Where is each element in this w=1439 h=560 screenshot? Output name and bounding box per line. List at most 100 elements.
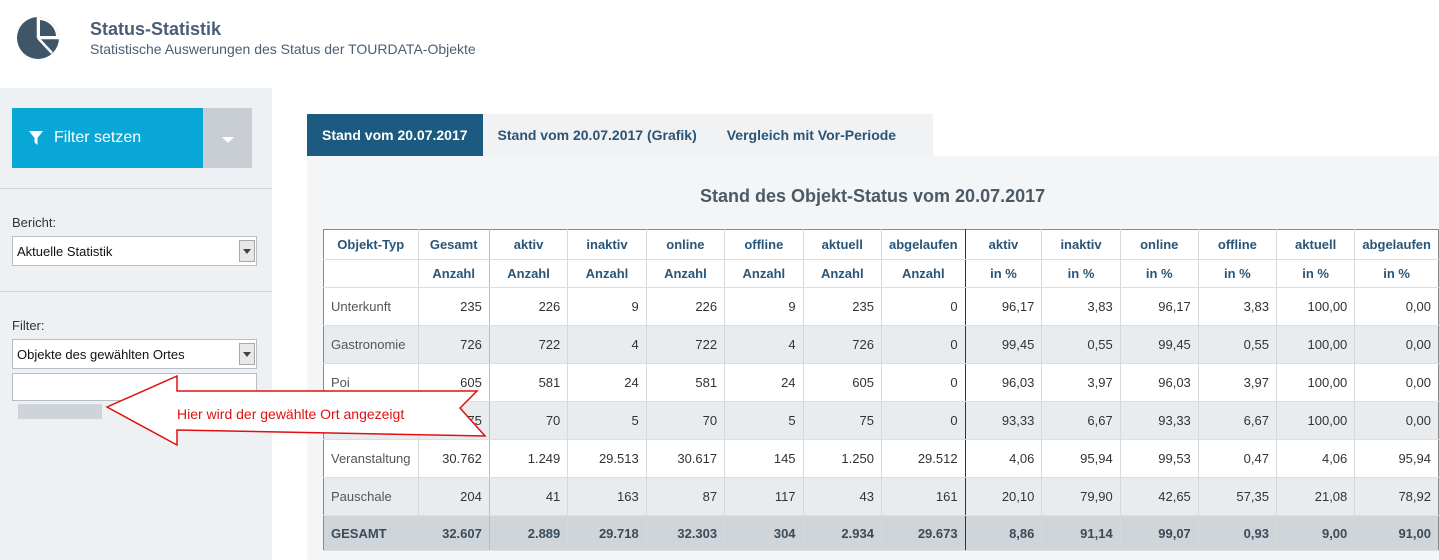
table-cell: 95,94 bbox=[1041, 439, 1121, 478]
table-cell: 75 bbox=[802, 401, 882, 440]
total-cell: 32.303 bbox=[645, 515, 725, 551]
total-cell: 91,00 bbox=[1354, 515, 1439, 551]
status-table: Objekt-Typ Gesamt aktiv inaktiv online offlin… bbox=[323, 229, 1439, 551]
column-header: aktuell bbox=[802, 229, 882, 260]
table-cell: 204 bbox=[417, 477, 490, 516]
total-cell: 99,07 bbox=[1119, 515, 1199, 551]
table-cell: 29.512 bbox=[880, 439, 966, 478]
table-cell: 95,94 bbox=[1354, 439, 1439, 478]
table-cell: 24 bbox=[567, 363, 647, 402]
table-cell: 93,33 bbox=[964, 401, 1042, 440]
table-cell: 20,10 bbox=[964, 477, 1042, 516]
table-cell: 145 bbox=[724, 439, 804, 478]
total-cell: 0,93 bbox=[1197, 515, 1277, 551]
table-cell: 99,45 bbox=[1119, 325, 1199, 364]
table-cell: 96,03 bbox=[964, 363, 1042, 402]
table-cell: 0,00 bbox=[1354, 287, 1439, 326]
column-unit: in % bbox=[964, 259, 1042, 288]
table-cell: 70 bbox=[488, 401, 568, 440]
page-header: Status-Statistik Statistische Auswerunge… bbox=[0, 0, 1439, 88]
sidebar: Filter setzen Bericht: Aktuelle Statisti… bbox=[0, 88, 272, 560]
column-unit: in % bbox=[1275, 259, 1355, 288]
table-cell: 722 bbox=[645, 325, 725, 364]
table-cell: 235 bbox=[417, 287, 490, 326]
column-header: aktiv bbox=[964, 229, 1042, 260]
tab-stand[interactable]: Stand vom 20.07.2017 bbox=[307, 114, 483, 156]
column-unit: Anzahl bbox=[645, 259, 725, 288]
table-cell: 70 bbox=[645, 401, 725, 440]
filter-dropdown-button[interactable] bbox=[203, 108, 252, 168]
table-cell: 79,90 bbox=[1041, 477, 1121, 516]
table-cell: 1.249 bbox=[488, 439, 568, 478]
filter-select[interactable]: Objekte des gewählten Ortes bbox=[12, 339, 257, 369]
page-title: Status-Statistik bbox=[90, 19, 222, 39]
selected-place-display bbox=[18, 404, 102, 419]
filter-label: Filter: bbox=[12, 318, 45, 333]
table-cell: 0,00 bbox=[1354, 401, 1439, 440]
table-cell: 87 bbox=[645, 477, 725, 516]
table-row: Poi 605 581 24 581 24 605 0 96,03 3,97 96,03 3,97 10… bbox=[323, 363, 1439, 402]
table-cell: 581 bbox=[488, 363, 568, 402]
table-cell: 9 bbox=[724, 287, 804, 326]
table-cell: 29.513 bbox=[567, 439, 647, 478]
table-cell: 722 bbox=[488, 325, 568, 364]
tab-vergleich[interactable]: Vergleich mit Vor-Periode bbox=[712, 114, 911, 156]
filter-set-button[interactable]: Filter setzen bbox=[12, 108, 203, 168]
column-unit: Anzahl bbox=[724, 259, 804, 288]
table-cell: 5 bbox=[724, 401, 804, 440]
table-header-row: Objekt-Typ Gesamt aktiv inaktiv online offlin… bbox=[323, 229, 1439, 260]
total-cell: 2.889 bbox=[488, 515, 568, 551]
column-header: aktiv bbox=[488, 229, 568, 260]
column-header: Objekt-Typ bbox=[323, 229, 419, 260]
column-unit: in % bbox=[1197, 259, 1277, 288]
table-cell: 0 bbox=[880, 287, 966, 326]
column-header: offline bbox=[724, 229, 804, 260]
row-label: Gastronomie bbox=[323, 325, 419, 364]
table-cell: 235 bbox=[802, 287, 882, 326]
table-cell: 100,00 bbox=[1275, 325, 1355, 364]
table-row: Pauschale 204 41 163 87 117 43 161 20,10 79,90 42,… bbox=[323, 477, 1439, 516]
report-select[interactable]: Aktuelle Statistik bbox=[12, 236, 257, 266]
column-unit: Anzahl bbox=[880, 259, 966, 288]
annotation-text: Hier wird der gewählte Ort angezeigt bbox=[177, 406, 405, 422]
column-unit: in % bbox=[1354, 259, 1439, 288]
table-cell: 226 bbox=[645, 287, 725, 326]
column-header: online bbox=[645, 229, 725, 260]
column-unit: Anzahl bbox=[802, 259, 882, 288]
table-cell: 3,83 bbox=[1197, 287, 1277, 326]
table-cell: 3,97 bbox=[1197, 363, 1277, 402]
select-arrow-icon bbox=[239, 343, 255, 365]
divider bbox=[0, 291, 272, 292]
total-cell: 91,14 bbox=[1041, 515, 1121, 551]
column-header: Gesamt bbox=[417, 229, 490, 260]
table-cell: 24 bbox=[724, 363, 804, 402]
total-cell: 9,00 bbox=[1275, 515, 1355, 551]
table-row: Gastronomie 726 722 4 722 4 726 0 99,45 0,55 99,45… bbox=[323, 325, 1439, 364]
table-cell: 226 bbox=[488, 287, 568, 326]
table-cell: 99,53 bbox=[1119, 439, 1199, 478]
table-cell: 100,00 bbox=[1275, 287, 1355, 326]
tab-stand-grafik[interactable]: Stand vom 20.07.2017 (Grafik) bbox=[483, 114, 712, 156]
table-cell: 100,00 bbox=[1275, 401, 1355, 440]
table-cell: 4,06 bbox=[964, 439, 1042, 478]
column-header: abgelaufen bbox=[880, 229, 966, 260]
total-cell: 2.934 bbox=[802, 515, 882, 551]
table-cell: 5 bbox=[567, 401, 647, 440]
table-cell: 605 bbox=[802, 363, 882, 402]
table-cell: 9 bbox=[567, 287, 647, 326]
page-subtitle: Statistische Auswerungen des Status der … bbox=[90, 41, 476, 57]
funnel-icon bbox=[29, 131, 43, 145]
table-total-row: GESAMT 32.607 2.889 29.718 32.303 304 2.934 29.… bbox=[323, 515, 1439, 551]
total-cell: 32.607 bbox=[417, 515, 490, 551]
table-row: Unterkunft 235 226 9 226 9 235 0 96,17 3,83 96,17 3… bbox=[323, 287, 1439, 326]
select-arrow-icon bbox=[239, 240, 255, 262]
table-cell: 4 bbox=[567, 325, 647, 364]
table-cell: 78,92 bbox=[1354, 477, 1439, 516]
table-cell: 6,67 bbox=[1197, 401, 1277, 440]
column-unit: Anzahl bbox=[417, 259, 490, 288]
table-cell: 726 bbox=[417, 325, 490, 364]
filter-button-label: Filter setzen bbox=[54, 129, 142, 146]
divider bbox=[0, 188, 272, 189]
total-cell: 29.673 bbox=[880, 515, 966, 551]
table-cell: 6,67 bbox=[1041, 401, 1121, 440]
